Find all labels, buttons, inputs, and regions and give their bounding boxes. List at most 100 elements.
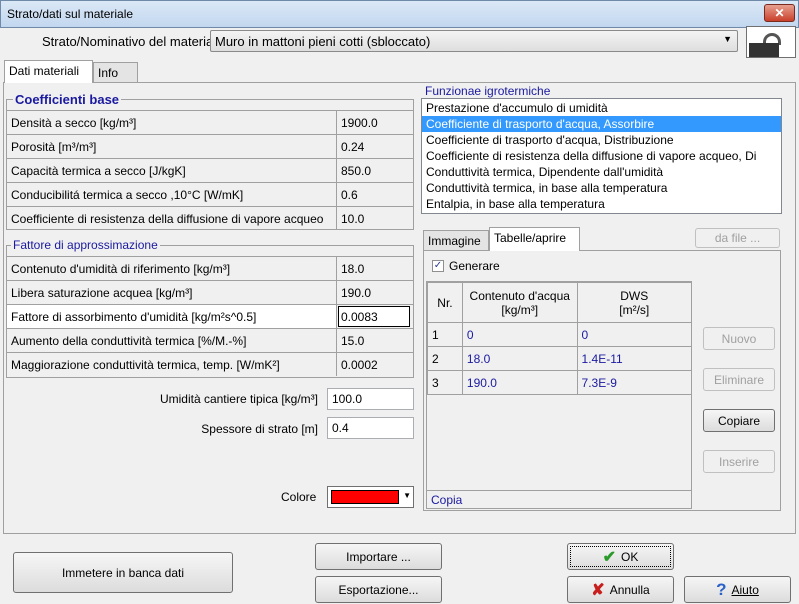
table-row[interactable]: 3 190.0 7.3E-9	[427, 370, 693, 395]
delete-button[interactable]: Eliminare	[703, 368, 775, 391]
import-button[interactable]: Importare ...	[315, 543, 442, 570]
window-title: Strato/dati sul materiale	[7, 7, 134, 21]
color-select[interactable]: ▼	[327, 486, 414, 508]
thickness-input[interactable]: 0.4	[327, 417, 414, 439]
property-label: Porosità [m³/m³]	[7, 135, 337, 158]
table-cell[interactable]: 1	[427, 322, 463, 347]
thickness-label: Spessore di strato [m]	[201, 422, 318, 436]
property-row[interactable]: Aumento della conduttività termica [%/M.…	[7, 328, 413, 352]
column-header[interactable]: Contenuto d'acqua [kg/m³]	[461, 282, 578, 323]
cancel-label: Annulla	[609, 582, 650, 597]
close-button[interactable]: ✕	[764, 4, 795, 22]
x-icon: ✘	[591, 581, 605, 599]
property-label: Densità a secco [kg/m³]	[7, 111, 337, 134]
property-label: Aumento della conduttività termica [%/M.…	[7, 329, 337, 352]
table-cell[interactable]: 0	[461, 322, 578, 347]
moisture-label: Umidità cantiere tipica [kg/m³]	[159, 392, 318, 406]
tab-dati-materiali[interactable]: Dati materiali	[4, 60, 93, 83]
property-value[interactable]: 0.6	[337, 183, 413, 206]
property-row[interactable]: Densità a secco [kg/m³] 1900.0	[7, 110, 413, 134]
function-item[interactable]: Coefficiente di resistenza della diffusi…	[422, 148, 781, 164]
table-footer: Copia	[427, 490, 691, 509]
color-swatch	[331, 490, 399, 504]
tab-tabelle-aprire[interactable]: Tabelle/aprire	[489, 227, 580, 251]
function-item[interactable]: Prestazione d'accumulo di umidità	[422, 100, 781, 116]
check-icon: ✔	[602, 548, 617, 566]
base-group-title: Coefficienti base	[13, 92, 122, 107]
property-label: Contenuto d'umidità di riferimento [kg/m…	[7, 257, 337, 280]
column-header[interactable]: Nr.	[427, 282, 463, 323]
approx-group-title: Fattore di approssimazione	[11, 238, 160, 252]
function-item[interactable]: Coefficiente di trasporto d'acqua, Distr…	[422, 132, 781, 148]
tab-immagine[interactable]: Immagine	[423, 230, 489, 250]
property-row[interactable]: Fattore di assorbimento d'umidità [kg/m²…	[7, 304, 413, 328]
chevron-down-icon: ▼	[723, 34, 732, 44]
chevron-down-icon: ▼	[403, 491, 411, 500]
column-header[interactable]: DWS [m²/s]	[576, 282, 693, 323]
property-value[interactable]: 0.0083	[338, 306, 410, 327]
data-table: Nr. Contenuto d'acqua [kg/m³] DWS [m²/s] 1 0 0 2…	[426, 281, 693, 509]
header-unit: [kg/m³]	[501, 302, 539, 317]
base-group: Coefficienti base Densità a secco [kg/m³…	[6, 92, 414, 230]
property-value[interactable]: 10.0	[337, 207, 413, 230]
material-label: Strato/Nominativo del materiale	[42, 34, 224, 49]
table-row[interactable]: 2 18.0 1.4E-11	[427, 346, 693, 371]
property-value[interactable]: 0.0002	[337, 353, 413, 376]
cancel-button[interactable]: ✘ Annulla	[567, 576, 674, 603]
copy-button[interactable]: Copiare	[703, 409, 775, 432]
help-button[interactable]: ? Aiuto	[684, 576, 791, 603]
table-cell[interactable]: 7.3E-9	[576, 370, 693, 395]
function-item[interactable]: Conduttività termica, Dipendente dall'um…	[422, 164, 781, 180]
property-row[interactable]: Libera saturazione acquea [kg/m³] 190.0	[7, 280, 413, 304]
property-row[interactable]: Capacità termica a secco [J/kgK] 850.0	[7, 158, 413, 182]
property-label: Capacità termica a secco [J/kgK]	[7, 159, 337, 182]
header-unit: [m²/s]	[619, 302, 650, 317]
generate-checkbox[interactable]: ✓	[432, 260, 444, 272]
property-row[interactable]: Contenuto d'umidità di riferimento [kg/m…	[7, 256, 413, 280]
generate-label: Generare	[449, 259, 500, 273]
insert-button[interactable]: Inserire	[703, 450, 775, 473]
header-title: Nr.	[437, 295, 453, 310]
tab-info[interactable]: Info	[93, 62, 138, 82]
property-label: Conducibilitá termica a secco ,10°C [W/m…	[7, 183, 337, 206]
property-label: Coefficiente di resistenza della diffusi…	[7, 207, 337, 230]
property-row[interactable]: Conducibilitá termica a secco ,10°C [W/m…	[7, 182, 413, 206]
table-cell[interactable]: 190.0	[461, 370, 578, 395]
material-select[interactable]: Muro in mattoni pieni cotti (sbloccato) ▼	[210, 30, 738, 52]
table-cell[interactable]: 3	[427, 370, 463, 395]
lock-icon-button[interactable]	[746, 26, 796, 58]
table-cell[interactable]: 1.4E-11	[576, 346, 693, 371]
color-label: Colore	[281, 490, 317, 504]
property-value[interactable]: 0.24	[337, 135, 413, 158]
table-cell[interactable]: 18.0	[461, 346, 578, 371]
function-item[interactable]: Coefficiente di trasporto d'acqua, Assor…	[422, 116, 781, 132]
property-value[interactable]: 1900.0	[337, 111, 413, 134]
ok-button[interactable]: ✔ OK	[567, 543, 674, 570]
property-value[interactable]: 15.0	[337, 329, 413, 352]
from-file-button[interactable]: da file ...	[695, 228, 780, 248]
property-label: Fattore di assorbimento d'umidità [kg/m²…	[7, 305, 337, 328]
table-header: Nr. Contenuto d'acqua [kg/m³] DWS [m²/s]	[427, 282, 693, 323]
moisture-input[interactable]: 100.0	[327, 388, 414, 410]
help-label: Aiuto	[731, 582, 759, 597]
function-item[interactable]: Conduttività termica, in base alla tempe…	[422, 180, 781, 196]
new-button[interactable]: Nuovo	[703, 327, 775, 350]
property-value[interactable]: 850.0	[337, 159, 413, 182]
property-row[interactable]: Coefficiente di resistenza della diffusi…	[7, 206, 413, 230]
export-button[interactable]: Esportazione...	[315, 576, 442, 603]
header-title: DWS	[620, 288, 649, 303]
approx-group: Fattore di approssimazione Contenuto d'u…	[6, 238, 414, 378]
table-row[interactable]: 100	[427, 322, 693, 347]
property-value[interactable]: 190.0	[337, 281, 413, 304]
functions-list[interactable]: Prestazione d'accumulo di umidità Coeffic…	[421, 98, 782, 214]
property-row[interactable]: Porosità [m³/m³] 0.24	[7, 134, 413, 158]
database-button[interactable]: Immetere in banca dati	[13, 552, 233, 593]
function-item[interactable]: Entalpia, in base alla temperatura	[422, 196, 781, 212]
material-value: Muro in mattoni pieni cotti (sbloccato)	[215, 34, 431, 49]
table-cell[interactable]: 0	[576, 322, 693, 347]
property-row[interactable]: Maggiorazione conduttività termica, temp…	[7, 352, 413, 376]
property-value[interactable]: 18.0	[337, 257, 413, 280]
functions-title: Funzionae igrotermiche	[425, 84, 551, 98]
header-title: Contenuto d'acqua	[469, 288, 570, 303]
table-cell[interactable]: 2	[427, 346, 463, 371]
